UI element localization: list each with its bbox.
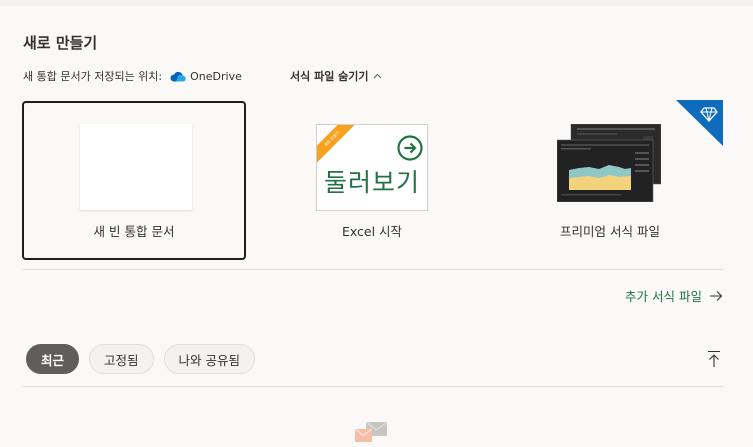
files-divider <box>23 386 723 387</box>
template-label: Excel 시작 <box>341 224 403 239</box>
hide-templates-toggle[interactable]: 서식 파일 숨기기 <box>290 68 382 84</box>
save-location-label: 새 통합 문서가 저장되는 위치: <box>23 70 163 83</box>
arrow-right-icon <box>709 290 723 302</box>
empty-files-illustration <box>353 420 389 447</box>
hide-templates-label: 서식 파일 숨기기 <box>290 70 369 83</box>
premium-thumbnail-stack[interactable] <box>556 123 662 203</box>
page-title: 새로 만들기 <box>23 34 98 52</box>
save-location-service[interactable]: OneDrive <box>190 70 242 83</box>
more-templates-link[interactable]: 추가 서식 파일 <box>625 286 723 305</box>
onedrive-cloud-icon <box>169 71 186 82</box>
template-label: 새 빈 통합 문서 <box>93 224 175 239</box>
tab-shared-with-me[interactable]: 나와 공유됨 <box>163 344 256 374</box>
tab-recent[interactable]: 최근 <box>26 344 80 374</box>
sort-to-top-icon <box>708 350 720 367</box>
premium-thumbnail-image <box>556 123 662 203</box>
template-blank-workbook[interactable]: 새 빈 통합 문서 <box>22 101 246 260</box>
template-label: 프리미엄 서식 파일 <box>560 224 660 239</box>
chevron-up-icon <box>373 73 382 79</box>
new-ribbon-badge: 새로 만들기 <box>317 125 357 164</box>
tab-pinned[interactable]: 고정됨 <box>89 344 154 374</box>
templates-divider <box>23 269 723 270</box>
premium-diamond-badge <box>676 100 723 146</box>
tour-thumbnail-text: 둘러보기 <box>323 168 420 197</box>
file-filter-tabs: 최근 고정됨 나와 공유됨 <box>26 344 256 374</box>
top-strip <box>0 0 753 6</box>
save-location-row: 새 통합 문서가 저장되는 위치: OneDrive <box>23 68 242 84</box>
blank-workbook-thumbnail <box>80 124 192 210</box>
arrow-circle-right-icon <box>397 135 423 165</box>
sort-to-top-button[interactable] <box>704 349 724 369</box>
more-templates-label: 추가 서식 파일 <box>625 289 702 304</box>
excel-tour-thumbnail[interactable]: 새로 만들기 둘러보기 <box>316 124 428 211</box>
